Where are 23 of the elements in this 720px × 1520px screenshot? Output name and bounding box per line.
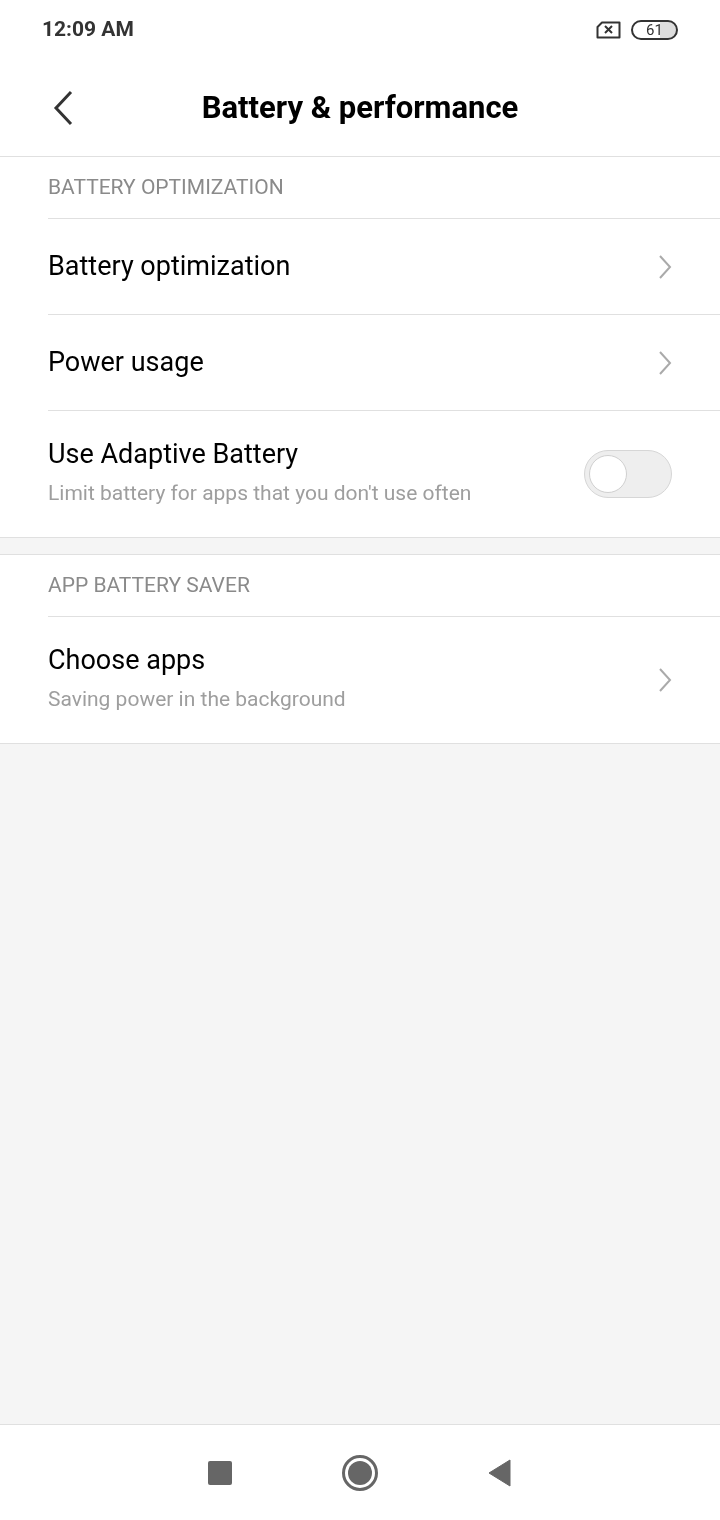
row-label: Use Adaptive Battery	[48, 438, 300, 473]
home-button[interactable]	[342, 1454, 378, 1491]
toggle-switch[interactable]	[584, 450, 672, 498]
back-nav-button[interactable]	[488, 1458, 512, 1487]
chevron-right-icon	[658, 667, 672, 693]
row-subtitle: Limit battery for apps that you don't use often	[48, 480, 472, 508]
sim-off-icon	[596, 21, 621, 39]
row-label: Battery optimization	[48, 249, 291, 284]
status-time: 12:09 AM	[42, 16, 134, 44]
row-subtitle: Saving power in the background	[48, 686, 346, 714]
settings-row[interactable]: Choose apps Saving power in the background	[48, 617, 720, 743]
recents-button[interactable]	[208, 1460, 232, 1485]
settings-row[interactable]: Battery optimization	[48, 219, 720, 315]
settings-row[interactable]: Power usage	[48, 315, 720, 411]
row-label: Power usage	[48, 345, 204, 380]
chevron-right-icon	[658, 349, 672, 376]
battery-icon: 61	[631, 20, 678, 40]
chevron-right-icon	[658, 253, 672, 280]
settings-row[interactable]: Use Adaptive Battery Limit battery for apps that you don't use often	[48, 411, 720, 537]
section-header: APP BATTERY SAVER	[48, 571, 250, 599]
row-label: Choose apps	[48, 644, 207, 679]
page-title: Battery & performance	[201, 87, 519, 128]
section-header: BATTERY OPTIMIZATION	[48, 173, 284, 201]
